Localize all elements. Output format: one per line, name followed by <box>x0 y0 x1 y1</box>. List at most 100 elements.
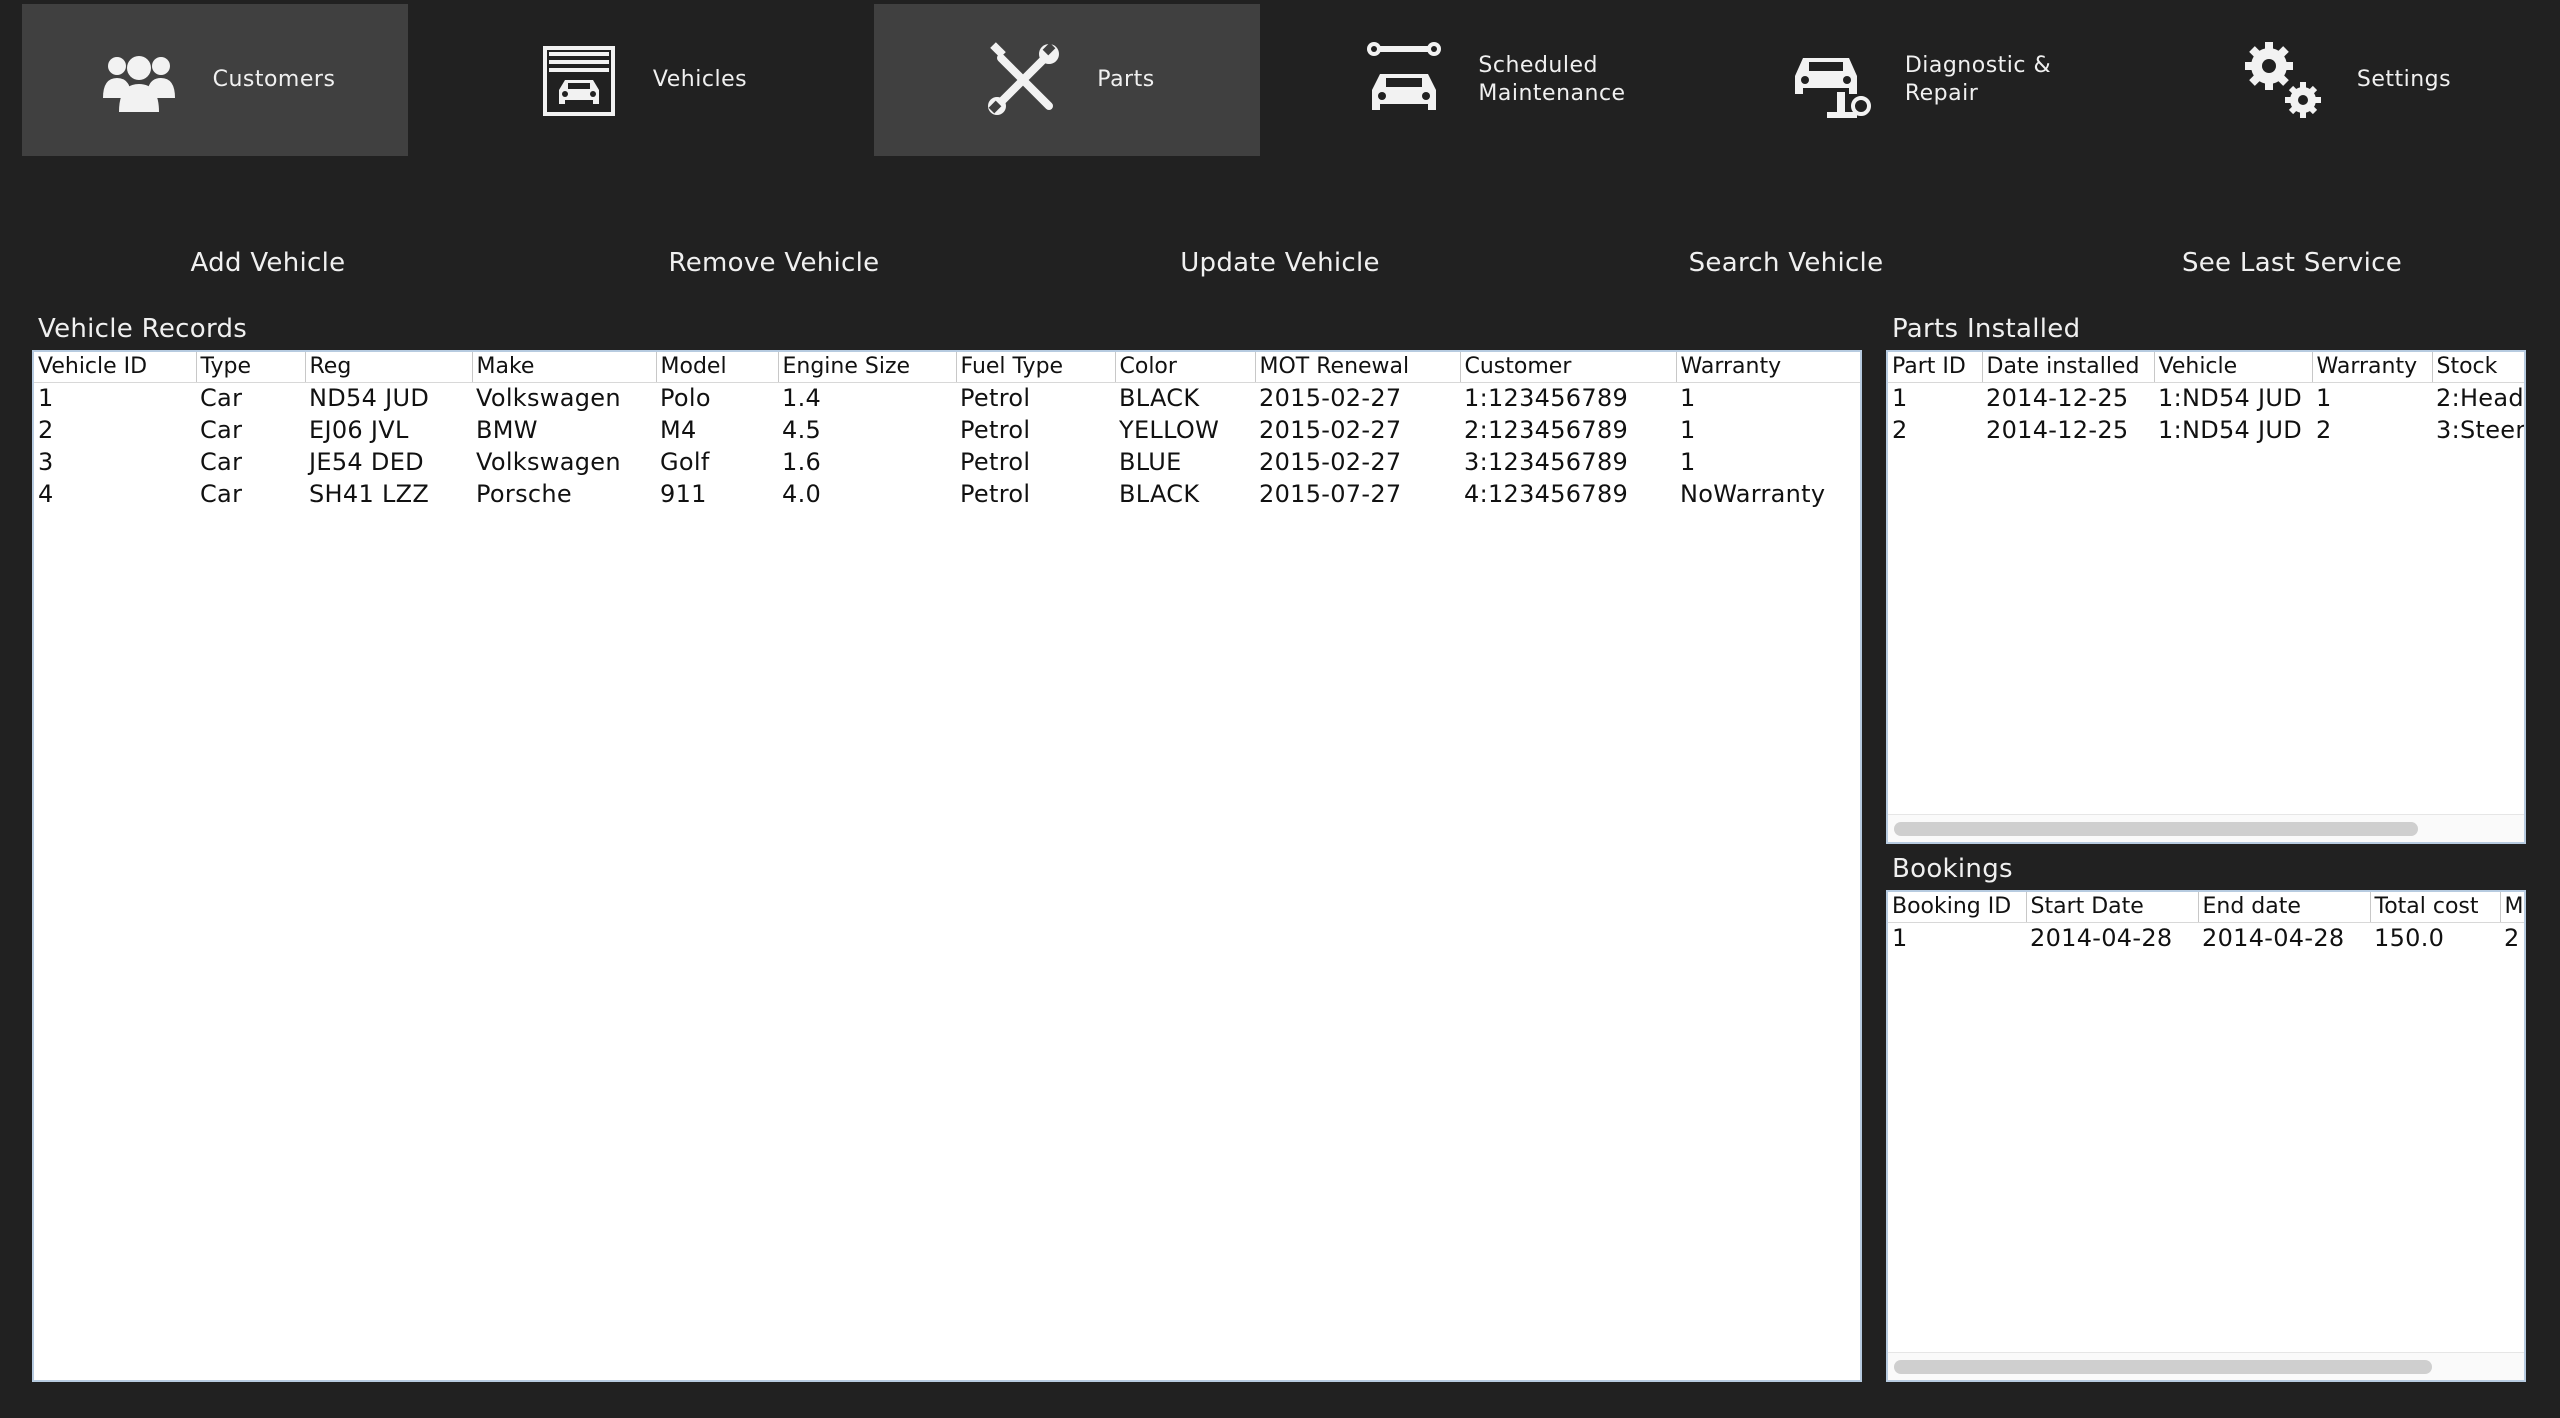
nav-parts[interactable]: Parts <box>874 4 1260 156</box>
column-header[interactable]: MOT Renewal <box>1255 352 1461 383</box>
column-header[interactable]: Type <box>196 352 306 383</box>
table-row[interactable]: 1 Car ND54 JUD Volkswagen Polo 1.4 Petro… <box>34 382 1860 414</box>
column-header[interactable]: Stock <box>2432 352 2524 383</box>
table-cell: 2014-04-28 <box>2202 924 2345 953</box>
table-cell: Petrol <box>960 448 1031 476</box>
column-header[interactable]: Warranty <box>1676 352 1860 383</box>
bookings-horizontal-scrollbar[interactable] <box>1888 1352 2524 1380</box>
column-header[interactable]: M <box>2500 892 2524 923</box>
table-cell: BMW <box>476 416 538 444</box>
nav-label: Vehicles <box>652 67 748 92</box>
table-cell: 1 <box>1680 384 1696 413</box>
parts-installed-table[interactable]: Part ID Date installed Vehicle Warranty … <box>1886 350 2526 844</box>
bookings-table-grid: Booking ID Start Date End date Total cos… <box>1888 892 2524 954</box>
table-cell: 2 <box>2504 924 2520 953</box>
car-jack-icon <box>1787 36 1875 124</box>
table-row[interactable]: 1 2014-12-25 1:ND54 JUD 1 2:Head <box>1888 382 2524 414</box>
table-cell: 1.4 <box>782 384 822 413</box>
table-cell: 2015-02-27 <box>1259 448 1402 476</box>
table-cell: 4.0 <box>782 480 822 508</box>
table-cell: Petrol <box>960 384 1031 413</box>
table-cell: 2015-02-27 <box>1259 416 1402 444</box>
column-header[interactable]: End date <box>2198 892 2371 923</box>
nav-settings[interactable]: Settings <box>2152 4 2538 156</box>
table-cell: BLUE <box>1119 448 1182 476</box>
nav-label: Parts <box>1097 67 1155 92</box>
nav-label: Customers <box>212 67 336 92</box>
scrollbar-thumb[interactable] <box>1894 1360 2432 1374</box>
column-header[interactable]: Part ID <box>1888 352 1983 383</box>
table-cell: 2014-04-28 <box>2030 924 2173 953</box>
table-cell: 4.5 <box>782 416 822 444</box>
column-header[interactable]: Engine Size <box>778 352 957 383</box>
table-cell: Car <box>200 448 243 476</box>
table-cell: 2:123456789 <box>1464 416 1629 444</box>
table-cell: BLACK <box>1119 480 1200 508</box>
table-row[interactable]: 2 2014-12-25 1:ND54 JUD 2 3:Steeri <box>1888 414 2524 446</box>
table-cell: 1 <box>1892 384 1908 413</box>
remove-vehicle-button[interactable]: Remove Vehicle <box>544 236 1004 290</box>
table-cell: 1 <box>2316 384 2332 413</box>
nav-vehicles[interactable]: Vehicles <box>448 4 834 156</box>
table-cell: 2014-12-25 <box>1986 384 2129 413</box>
table-cell: 3 <box>38 448 54 476</box>
table-cell: Car <box>200 416 243 444</box>
column-header[interactable]: Vehicle <box>2154 352 2313 383</box>
column-header[interactable]: Reg <box>305 352 473 383</box>
table-cell: Polo <box>660 384 711 413</box>
table-cell: BLACK <box>1119 384 1200 413</box>
column-header[interactable]: Booking ID <box>1888 892 2027 923</box>
table-cell: 1:ND54 JUD <box>2158 384 2303 413</box>
column-header[interactable]: Start Date <box>2026 892 2199 923</box>
table-row[interactable]: 4 Car SH41 LZZ Porsche 911 4.0 Petrol BL… <box>34 478 1860 510</box>
column-header[interactable]: Customer <box>1460 352 1677 383</box>
table-cell: 911 <box>660 480 707 508</box>
column-header[interactable]: Vehicle ID <box>34 352 197 383</box>
column-header[interactable]: Make <box>472 352 657 383</box>
table-row[interactable]: 1 2014-04-28 2014-04-28 150.0 2 <box>1888 922 2524 954</box>
vehicle-actions: Add Vehicle Remove Vehicle Update Vehicl… <box>0 236 2560 290</box>
table-cell: Petrol <box>960 480 1031 508</box>
search-vehicle-button[interactable]: Search Vehicle <box>1556 236 2016 290</box>
see-last-service-button[interactable]: See Last Service <box>2062 236 2522 290</box>
table-cell: 1 <box>1680 416 1696 444</box>
column-header[interactable]: Date installed <box>1982 352 2155 383</box>
table-cell: SH41 LZZ <box>309 480 430 508</box>
column-header[interactable]: Color <box>1115 352 1256 383</box>
table-header-row: Vehicle ID Type Reg Make Model Engine Si… <box>34 352 1860 383</box>
wrench-screwdriver-icon <box>979 36 1067 124</box>
table-cell: 150.0 <box>2374 924 2445 953</box>
parts-horizontal-scrollbar[interactable] <box>1888 814 2524 842</box>
update-vehicle-button[interactable]: Update Vehicle <box>1050 236 1510 290</box>
table-cell: 1 <box>38 384 54 413</box>
column-header[interactable]: Warranty <box>2312 352 2433 383</box>
table-cell: 1.6 <box>782 448 822 476</box>
table-cell: Car <box>200 480 243 508</box>
nav-label: Scheduled Maintenance <box>1478 53 1626 106</box>
parts-installed-title: Parts Installed <box>1892 314 2081 344</box>
nav-diagnostic-repair[interactable]: Diagnostic & Repair <box>1726 4 2112 156</box>
table-cell: Golf <box>660 448 710 476</box>
column-header[interactable]: Total cost <box>2370 892 2501 923</box>
table-cell: 4:123456789 <box>1464 480 1629 508</box>
bookings-table[interactable]: Booking ID Start Date End date Total cos… <box>1886 890 2526 1382</box>
table-cell: 3:123456789 <box>1464 448 1629 476</box>
table-cell: 2:Head <box>2436 384 2524 413</box>
table-cell: 2 <box>2316 416 2332 444</box>
column-header[interactable]: Model <box>656 352 779 383</box>
column-header[interactable]: Fuel Type <box>956 352 1116 383</box>
nav-customers[interactable]: Customers <box>22 4 408 156</box>
table-cell: Porsche <box>476 480 572 508</box>
add-vehicle-button[interactable]: Add Vehicle <box>38 236 498 290</box>
nav-scheduled-maintenance[interactable]: Scheduled Maintenance <box>1300 4 1686 156</box>
app-window: Customers Vehicles Parts Scheduled Maint… <box>0 0 2560 1418</box>
table-row[interactable]: 3 Car JE54 DED Volkswagen Golf 1.6 Petro… <box>34 446 1860 478</box>
table-header-row: Part ID Date installed Vehicle Warranty … <box>1888 352 2524 383</box>
table-cell: 1 <box>1892 924 1908 953</box>
vehicle-records-table[interactable]: Vehicle ID Type Reg Make Model Engine Si… <box>32 350 1862 1382</box>
table-cell: YELLOW <box>1119 416 1220 444</box>
garage-car-icon <box>535 36 623 124</box>
scrollbar-thumb[interactable] <box>1894 822 2418 836</box>
table-row[interactable]: 2 Car EJ06 JVL BMW M4 4.5 Petrol YELLOW … <box>34 414 1860 446</box>
table-cell: ND54 JUD <box>309 384 430 413</box>
